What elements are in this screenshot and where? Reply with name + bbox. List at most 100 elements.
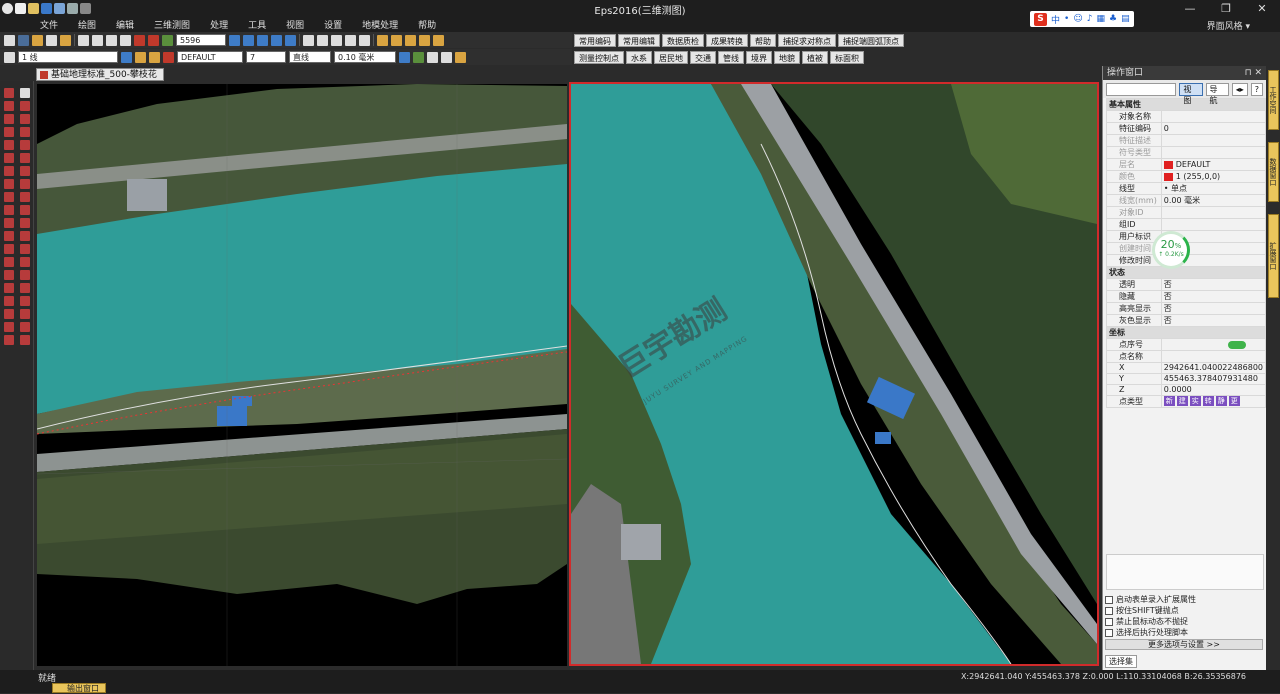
cross-icon[interactable] xyxy=(20,283,30,293)
draw-arc-icon[interactable] xyxy=(4,127,14,137)
area-label-button[interactable]: 标面积 xyxy=(830,50,864,64)
output-window-tab[interactable]: 输出窗口 xyxy=(52,683,106,693)
rotate-icon[interactable] xyxy=(148,34,159,46)
tab-navigation[interactable]: 导航 xyxy=(1205,82,1229,105)
dock-tab-data-window[interactable]: 数据窗口 xyxy=(1268,142,1279,202)
draw-polyline-icon[interactable] xyxy=(4,153,14,163)
measure-icon[interactable] xyxy=(20,192,30,202)
common-code-button[interactable]: 常用编码 xyxy=(574,33,616,47)
undo-icon[interactable] xyxy=(4,34,15,46)
print-icon[interactable] xyxy=(67,3,78,14)
property-value[interactable]: 2942641.040022486800 xyxy=(1160,362,1267,374)
draw-text-icon[interactable] xyxy=(4,179,14,189)
property-row[interactable]: X 2942641.040022486800 xyxy=(1106,362,1267,374)
property-value[interactable]: 1 (255,0,0) xyxy=(1160,170,1267,183)
property-row[interactable]: 特征描述 xyxy=(1106,134,1267,147)
point-type-button[interactable]: 建 xyxy=(1176,396,1188,407)
settlement-button[interactable]: 居民地 xyxy=(654,50,688,64)
edit-break-icon[interactable] xyxy=(4,309,14,319)
edit-move-icon[interactable] xyxy=(4,218,14,228)
menu-settings[interactable]: 设置 xyxy=(324,18,342,31)
app-logo-icon[interactable] xyxy=(2,3,13,14)
edit-join-icon[interactable] xyxy=(4,322,14,332)
property-group[interactable]: 坐标 xyxy=(1106,326,1266,339)
save-icon[interactable] xyxy=(41,3,52,14)
add-node-icon[interactable] xyxy=(20,114,30,124)
property-row[interactable]: 点类型新建实转静更 xyxy=(1106,394,1267,408)
edit-extend-icon[interactable] xyxy=(4,296,14,306)
data-check-button[interactable]: 数据质检 xyxy=(662,33,704,47)
select-tool-icon[interactable] xyxy=(4,51,15,63)
menu-edit[interactable]: 编辑 xyxy=(116,18,134,31)
selection-set-tab[interactable]: 选择集 xyxy=(1105,655,1137,668)
node-edit-icon[interactable] xyxy=(20,101,30,111)
checkbox-run-script[interactable]: 选择后执行处理脚本 xyxy=(1105,627,1188,638)
document-tab[interactable]: 基础地理标准_500-攀枝花 xyxy=(36,68,164,81)
menu-file[interactable]: 文件 xyxy=(40,18,58,31)
layer-select[interactable]: DEFAULT xyxy=(177,51,243,63)
boundary-button[interactable]: 境界 xyxy=(746,50,772,64)
point-type-button[interactable]: 实 xyxy=(1189,396,1201,407)
lock-icon[interactable] xyxy=(149,51,160,63)
edit-trim-icon[interactable] xyxy=(4,283,14,293)
target-icon[interactable] xyxy=(20,335,30,345)
line-style-select[interactable]: 直线 xyxy=(289,51,331,63)
contour-icon[interactable] xyxy=(20,166,30,176)
open-file-icon[interactable] xyxy=(28,3,39,14)
draw-fill-icon[interactable] xyxy=(4,205,14,215)
property-row[interactable]: 层名 DEFAULT xyxy=(1106,158,1267,171)
image-clip-icon[interactable] xyxy=(345,34,356,46)
perpendicular-icon[interactable] xyxy=(20,257,30,267)
water-button[interactable]: 水系 xyxy=(626,50,652,64)
line-width-select[interactable]: 0.10 毫米 xyxy=(334,51,396,63)
control-point-button[interactable]: 测量控制点 xyxy=(574,50,624,64)
landform-button[interactable]: 地貌 xyxy=(774,50,800,64)
confirm-toggle-icon[interactable] xyxy=(1227,340,1246,349)
property-row[interactable]: 对象名称 xyxy=(1106,110,1267,123)
ime-menu-icon[interactable]: ▤ xyxy=(1121,14,1130,24)
point-type-button[interactable]: 新 xyxy=(1163,396,1175,407)
property-value[interactable]: 新建实转静更 xyxy=(1160,394,1267,408)
property-row[interactable]: 对象ID xyxy=(1106,206,1267,219)
zoom-in-icon[interactable] xyxy=(78,34,89,46)
edit-mirror-icon[interactable] xyxy=(4,257,14,267)
property-row[interactable]: 高亮显示否 xyxy=(1106,302,1267,315)
checkbox-disable-mouse-snap[interactable]: 禁止鼠标动态不抛捉 xyxy=(1105,616,1188,627)
grid-tool-icon[interactable] xyxy=(20,309,30,319)
view-split-icon[interactable] xyxy=(243,34,254,46)
match-prop-icon[interactable] xyxy=(399,51,410,63)
property-value[interactable] xyxy=(1160,134,1267,147)
property-value[interactable] xyxy=(1160,350,1267,363)
image-icon[interactable] xyxy=(303,34,314,46)
tool-d-icon[interactable] xyxy=(419,34,430,46)
area-icon[interactable] xyxy=(20,205,30,215)
menu-tools[interactable]: 工具 xyxy=(248,18,266,31)
ring-tool-icon[interactable] xyxy=(20,231,30,241)
tool-b-icon[interactable] xyxy=(391,34,402,46)
tool-c-icon[interactable] xyxy=(405,34,416,46)
close-button[interactable]: ✕ xyxy=(1244,0,1280,17)
output-convert-button[interactable]: 成果转换 xyxy=(706,33,748,47)
check-icon[interactable] xyxy=(441,51,452,63)
property-row[interactable]: 隐藏否 xyxy=(1106,290,1267,303)
property-row[interactable]: 线型 • 单点 xyxy=(1106,182,1267,195)
save-all-icon[interactable] xyxy=(54,3,65,14)
layer-icon[interactable] xyxy=(162,34,173,46)
view-tile-icon[interactable] xyxy=(229,34,240,46)
snap-symmetric-button[interactable]: 捕捉求对称点 xyxy=(778,33,836,47)
ime-language[interactable]: 中 xyxy=(1051,13,1060,26)
view-grid-icon[interactable] xyxy=(257,34,268,46)
property-value[interactable]: DEFAULT xyxy=(1160,158,1267,171)
ime-punct-icon[interactable]: • xyxy=(1064,14,1069,24)
print-preview-icon[interactable] xyxy=(80,3,91,14)
property-value[interactable] xyxy=(1160,338,1267,351)
ime-toolbar[interactable]: S 中 • ☺ ♪ ▦ ♣ ▤ xyxy=(1030,11,1134,27)
select-icon[interactable] xyxy=(20,88,30,98)
zoom-out-icon[interactable] xyxy=(92,34,103,46)
point-type-button[interactable]: 更 xyxy=(1228,396,1240,407)
menu-help[interactable]: 帮助 xyxy=(418,18,436,31)
pipeline-button[interactable]: 管线 xyxy=(718,50,744,64)
more-options-button[interactable]: 更多选项与设置 >> xyxy=(1105,639,1263,650)
circle-tool-icon[interactable] xyxy=(20,218,30,228)
view-3d-icon[interactable] xyxy=(285,34,296,46)
